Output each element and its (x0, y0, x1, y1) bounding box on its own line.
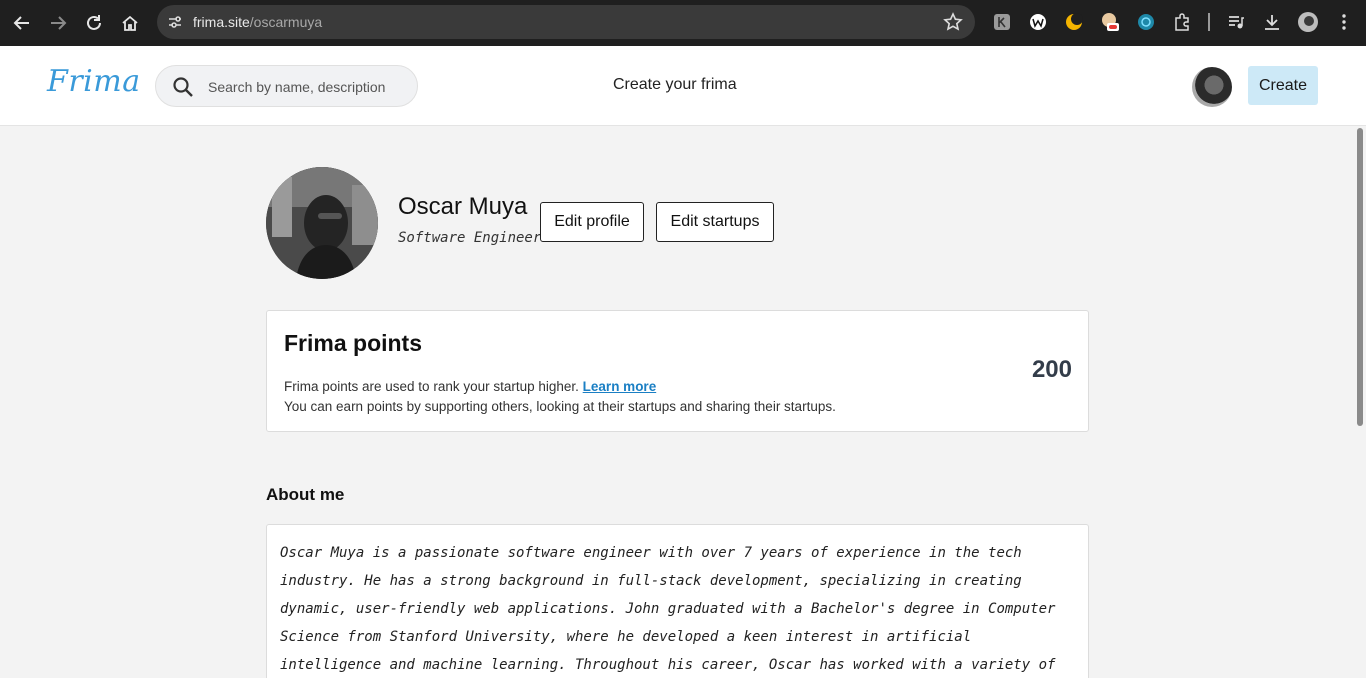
extension-moon-icon[interactable] (1064, 12, 1084, 32)
profile-photo (266, 167, 378, 279)
url-text: frima.site/oscarmuya (193, 14, 323, 30)
create-your-frima-link[interactable]: Create your frima (613, 76, 737, 94)
download-icon[interactable] (1262, 12, 1282, 32)
create-button[interactable]: Create (1248, 66, 1318, 105)
page-scrollbar[interactable] (1357, 128, 1363, 426)
browser-menu-icon[interactable] (1334, 12, 1354, 32)
edit-profile-button[interactable]: Edit profile (540, 202, 644, 242)
frima-points-card: Frima points Frima points are used to ra… (266, 310, 1089, 432)
about-card: Oscar Muya is a passionate software engi… (266, 524, 1089, 678)
search-input[interactable] (208, 77, 408, 97)
reload-icon[interactable] (81, 10, 107, 36)
site-header: Frima Create your frima Create (0, 46, 1366, 126)
user-avatar[interactable] (1192, 67, 1232, 107)
forward-icon[interactable] (45, 10, 71, 36)
browser-toolbar: frima.site/oscarmuya (0, 0, 1366, 46)
extension-blocker-icon[interactable] (1100, 12, 1120, 32)
home-icon[interactable] (117, 10, 143, 36)
profile-name: Oscar Muya (398, 193, 528, 220)
search-box[interactable] (155, 65, 418, 107)
media-control-icon[interactable] (1226, 12, 1246, 32)
about-text: Oscar Muya is a passionate software engi… (280, 545, 1056, 673)
extension-w-icon[interactable] (1028, 12, 1048, 32)
points-title: Frima points (284, 330, 423, 356)
profile-role: Software Engineer (398, 230, 542, 246)
bookmark-star-icon[interactable] (943, 12, 963, 32)
extension-shield-icon[interactable] (1136, 12, 1156, 32)
points-desc-line2: You can earn points by supporting others… (284, 399, 836, 414)
about-heading: About me (266, 485, 345, 504)
points-desc-line1: Frima points are used to rank your start… (284, 379, 579, 394)
address-bar[interactable]: frima.site/oscarmuya (157, 5, 975, 39)
extensions-puzzle-icon[interactable] (1172, 12, 1192, 32)
learn-more-link[interactable]: Learn more (583, 379, 657, 394)
search-icon (173, 77, 193, 97)
site-settings-icon[interactable] (165, 12, 185, 32)
toolbar-separator (1208, 13, 1210, 31)
frima-logo[interactable]: Frima (47, 64, 141, 99)
extension-k-icon[interactable] (992, 12, 1012, 32)
edit-startups-button[interactable]: Edit startups (656, 202, 774, 242)
points-value: 200 (1031, 356, 1072, 383)
browser-profile-avatar[interactable] (1298, 12, 1318, 32)
back-icon[interactable] (9, 10, 35, 36)
points-description: Frima points are used to rank your start… (284, 377, 836, 417)
